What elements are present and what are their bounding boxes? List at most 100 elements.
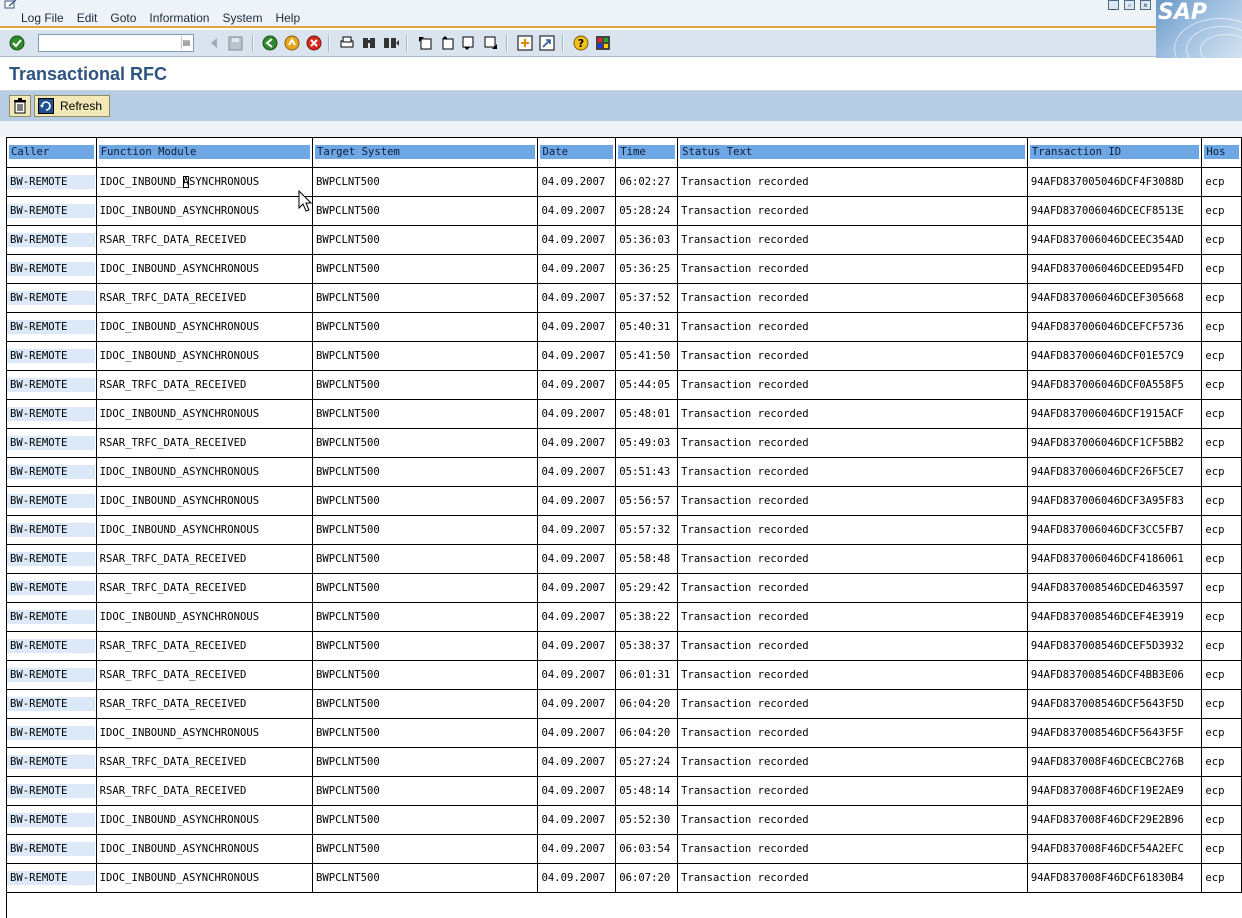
cell-date[interactable]: 04.09.2007	[537, 834, 617, 864]
cell-function-module[interactable]: IDOC_INBOUND_ASYNCHRONOUS	[96, 486, 313, 516]
cell-caller[interactable]: BW-REMOTE	[7, 167, 97, 197]
cell-transaction-id[interactable]: 94AFD837006046DCF0A558F5	[1027, 370, 1203, 400]
cell-time[interactable]: 05:37:52	[615, 283, 679, 313]
cell-transaction-id[interactable]: 94AFD837008546DCED463597	[1027, 573, 1203, 603]
cell-host[interactable]: ecp	[1201, 631, 1242, 661]
previous-page-icon[interactable]	[438, 34, 456, 52]
cell-time[interactable]: 05:48:01	[615, 399, 679, 429]
customize-layout-icon[interactable]	[594, 34, 612, 52]
cancel-icon[interactable]	[305, 34, 323, 52]
cell-host[interactable]: ecp	[1201, 428, 1242, 458]
find-next-icon[interactable]	[382, 34, 400, 52]
cell-time[interactable]: 06:07:20	[615, 863, 679, 893]
cell-status-text[interactable]: Transaction recorded	[677, 805, 1028, 835]
cell-caller[interactable]: BW-REMOTE	[7, 834, 97, 864]
cell-target-system[interactable]: BWPCLNT500	[312, 805, 539, 835]
cell-status-text[interactable]: Transaction recorded	[677, 573, 1028, 603]
cell-host[interactable]: ecp	[1201, 544, 1242, 574]
cell-transaction-id[interactable]: 94AFD837008F46DCECBC276B	[1027, 747, 1203, 777]
cell-status-text[interactable]: Transaction recorded	[677, 689, 1028, 719]
cell-host[interactable]: ecp	[1201, 834, 1242, 864]
command-history-icon[interactable]: ▤	[181, 36, 191, 49]
cell-date[interactable]: 04.09.2007	[537, 747, 617, 777]
cell-transaction-id[interactable]: 94AFD837008F46DCF61830B4	[1027, 863, 1203, 893]
command-input[interactable]	[39, 35, 183, 51]
cell-caller[interactable]: BW-REMOTE	[7, 457, 97, 487]
cell-status-text[interactable]: Transaction recorded	[677, 283, 1028, 313]
cell-status-text[interactable]: Transaction recorded	[677, 254, 1028, 284]
cell-function-module[interactable]: RSAR_TRFC_DATA_RECEIVED	[96, 631, 313, 661]
cell-time[interactable]: 05:49:03	[615, 428, 679, 458]
cell-target-system[interactable]: BWPCLNT500	[312, 486, 539, 516]
cell-target-system[interactable]: BWPCLNT500	[312, 370, 539, 400]
cell-transaction-id[interactable]: 94AFD837006046DCEFCF5736	[1027, 312, 1203, 342]
cell-host[interactable]: ecp	[1201, 573, 1242, 603]
cell-date[interactable]: 04.09.2007	[537, 776, 617, 806]
cell-time[interactable]: 05:52:30	[615, 805, 679, 835]
cell-time[interactable]: 05:56:57	[615, 486, 679, 516]
cell-date[interactable]: 04.09.2007	[537, 602, 617, 632]
table-row[interactable]: BW-REMOTE IDOC_INBOUND_ASYNCHRONOUS BWPCLN…	[7, 312, 1242, 342]
cell-function-module[interactable]: IDOC_INBOUND_ASYNCHRONOUS	[96, 863, 313, 893]
column-header-target-system[interactable]: Target System	[312, 138, 539, 168]
cell-date[interactable]: 04.09.2007	[537, 167, 617, 197]
cell-caller[interactable]: BW-REMOTE	[7, 573, 97, 603]
cell-function-module[interactable]: IDOC_INBOUND_ASYNCHRONOUS	[96, 718, 313, 748]
cell-function-module[interactable]: RSAR_TRFC_DATA_RECEIVED	[96, 689, 313, 719]
cell-caller[interactable]: BW-REMOTE	[7, 747, 97, 777]
cell-host[interactable]: ecp	[1201, 805, 1242, 835]
cell-transaction-id[interactable]: 94AFD837006046DCF1CF5BB2	[1027, 428, 1203, 458]
cell-caller[interactable]: BW-REMOTE	[7, 805, 97, 835]
cell-transaction-id[interactable]: 94AFD837006046DCEED954FD	[1027, 254, 1203, 284]
cell-date[interactable]: 04.09.2007	[537, 370, 617, 400]
cell-status-text[interactable]: Transaction recorded	[677, 602, 1028, 632]
table-row[interactable]: BW-REMOTE IDOC_INBOUND_ASYNCHRONOUS BWPCLN…	[7, 834, 1242, 864]
cell-date[interactable]: 04.09.2007	[537, 457, 617, 487]
cell-function-module[interactable]: RSAR_TRFC_DATA_RECEIVED	[96, 573, 313, 603]
cell-status-text[interactable]: Transaction recorded	[677, 370, 1028, 400]
cell-host[interactable]: ecp	[1201, 167, 1242, 197]
cell-host[interactable]: ecp	[1201, 225, 1242, 255]
cell-status-text[interactable]: Transaction recorded	[677, 399, 1028, 429]
cell-time[interactable]: 06:03:54	[615, 834, 679, 864]
table-row[interactable]: BW-REMOTE RSAR_TRFC_DATA_RECEIVED BWPCLNT5…	[7, 225, 1242, 255]
delete-button[interactable]	[9, 95, 31, 117]
cell-transaction-id[interactable]: 94AFD837006046DCEF305668	[1027, 283, 1203, 313]
cell-status-text[interactable]: Transaction recorded	[677, 196, 1028, 226]
menu-log-file[interactable]: Log File	[21, 11, 64, 25]
cell-caller[interactable]: BW-REMOTE	[7, 544, 97, 574]
cell-target-system[interactable]: BWPCLNT500	[312, 573, 539, 603]
cell-host[interactable]: ecp	[1201, 399, 1242, 429]
table-row[interactable]: BW-REMOTE RSAR_TRFC_DATA_RECEIVED BWPCLNT5…	[7, 631, 1242, 661]
cell-date[interactable]: 04.09.2007	[537, 631, 617, 661]
cell-date[interactable]: 04.09.2007	[537, 283, 617, 313]
column-header-status-text[interactable]: Status Text	[677, 138, 1028, 168]
minimize-icon[interactable]: _	[1108, 0, 1119, 10]
cell-time[interactable]: 05:41:50	[615, 341, 679, 371]
cell-status-text[interactable]: Transaction recorded	[677, 428, 1028, 458]
cell-target-system[interactable]: BWPCLNT500	[312, 631, 539, 661]
menu-help[interactable]: Help	[275, 11, 300, 25]
cell-function-module[interactable]: IDOC_INBOUND_ASYNCHRONOUS	[96, 312, 313, 342]
cell-time[interactable]: 06:04:20	[615, 718, 679, 748]
cell-host[interactable]: ecp	[1201, 486, 1242, 516]
cell-status-text[interactable]: Transaction recorded	[677, 631, 1028, 661]
cell-time[interactable]: 06:02:27	[615, 167, 679, 197]
exit-icon[interactable]	[283, 34, 301, 52]
cell-transaction-id[interactable]: 94AFD837006046DCF1915ACF	[1027, 399, 1203, 429]
table-row[interactable]: BW-REMOTE RSAR_TRFC_DATA_RECEIVED BWPCLNT5…	[7, 689, 1242, 719]
command-field[interactable]: ▤	[38, 34, 194, 52]
cell-function-module[interactable]: RSAR_TRFC_DATA_RECEIVED	[96, 776, 313, 806]
cell-target-system[interactable]: BWPCLNT500	[312, 776, 539, 806]
cell-time[interactable]: 05:48:14	[615, 776, 679, 806]
enter-icon[interactable]	[8, 34, 26, 52]
cell-time[interactable]: 06:01:31	[615, 660, 679, 690]
close-icon[interactable]: ×	[1140, 0, 1151, 10]
cell-caller[interactable]: BW-REMOTE	[7, 341, 97, 371]
cell-function-module[interactable]: IDOC_INBOUND_ASYNCHRONOUS	[96, 341, 313, 371]
cell-caller[interactable]: BW-REMOTE	[7, 718, 97, 748]
cell-caller[interactable]: BW-REMOTE	[7, 486, 97, 516]
print-icon[interactable]	[338, 34, 356, 52]
next-page-icon[interactable]	[460, 34, 478, 52]
cell-date[interactable]: 04.09.2007	[537, 312, 617, 342]
